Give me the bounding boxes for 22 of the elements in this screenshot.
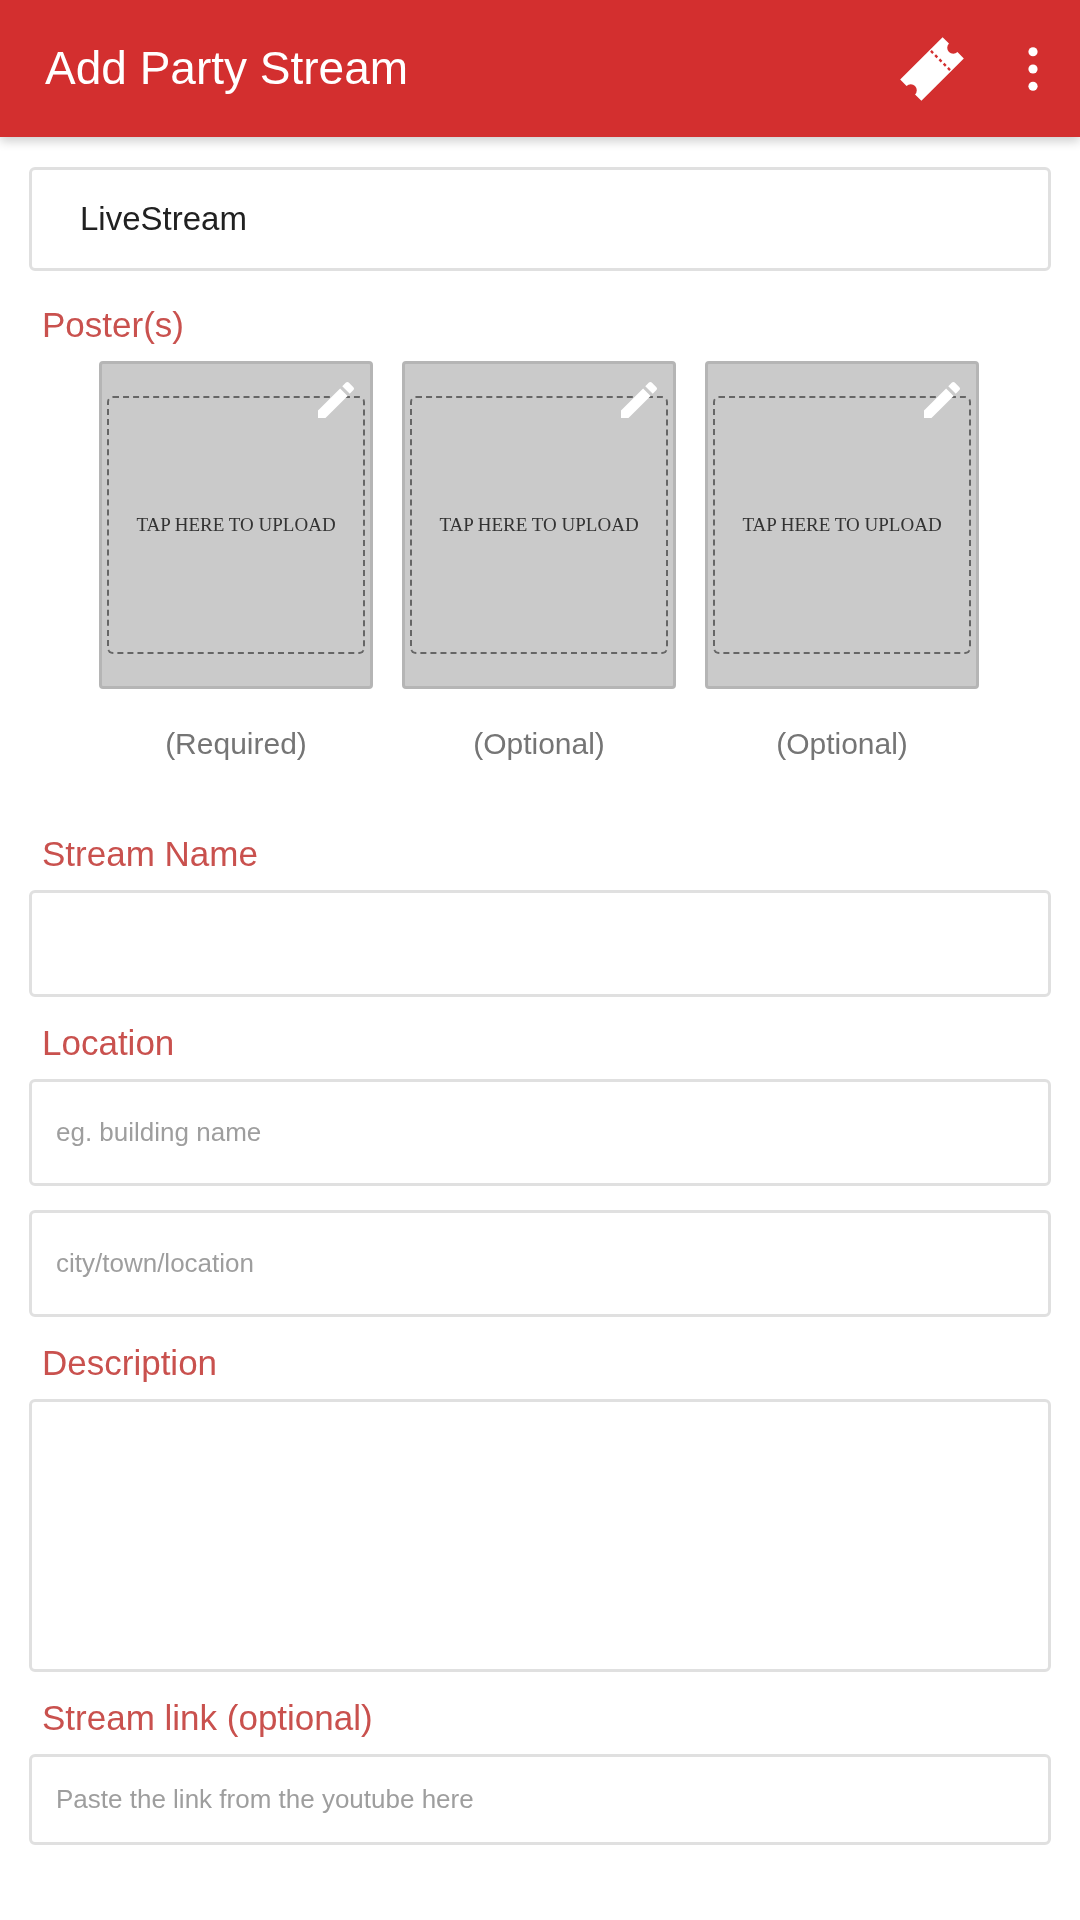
section-label: Description [42,1342,219,1384]
upload-hint: TAP HERE TO UPLOAD [742,512,942,537]
text-field[interactable]: city/town/location [29,1210,1051,1317]
app-bar-title: Add Party Stream [45,41,410,96]
description-field[interactable] [29,1399,1051,1672]
section-label: Stream link (optional) [42,1697,374,1739]
upload-hint: TAP HERE TO UPLOAD [439,512,639,537]
upload-tile[interactable]: TAP HERE TO UPLOAD [402,361,676,689]
upload-hint: TAP HERE TO UPLOAD [136,512,336,537]
tile-caption: (Optional) [776,726,908,762]
link-field[interactable]: Paste the link from the youtube here [29,1754,1051,1845]
upload-tile[interactable]: TAP HERE TO UPLOAD [705,361,979,689]
text-field[interactable] [29,890,1051,997]
text-field[interactable]: eg. building name [29,1079,1051,1186]
name-field[interactable]: LiveStream [29,167,1051,271]
more-icon[interactable] [1026,45,1040,92]
tile-caption: (Optional) [473,726,605,762]
upload-tile[interactable]: TAP HERE TO UPLOAD [99,361,373,689]
section-label: Stream Name [42,833,259,875]
tile-caption: (Required) [165,726,307,762]
section-label: Poster(s) [42,304,185,346]
section-label: Location [42,1022,176,1064]
